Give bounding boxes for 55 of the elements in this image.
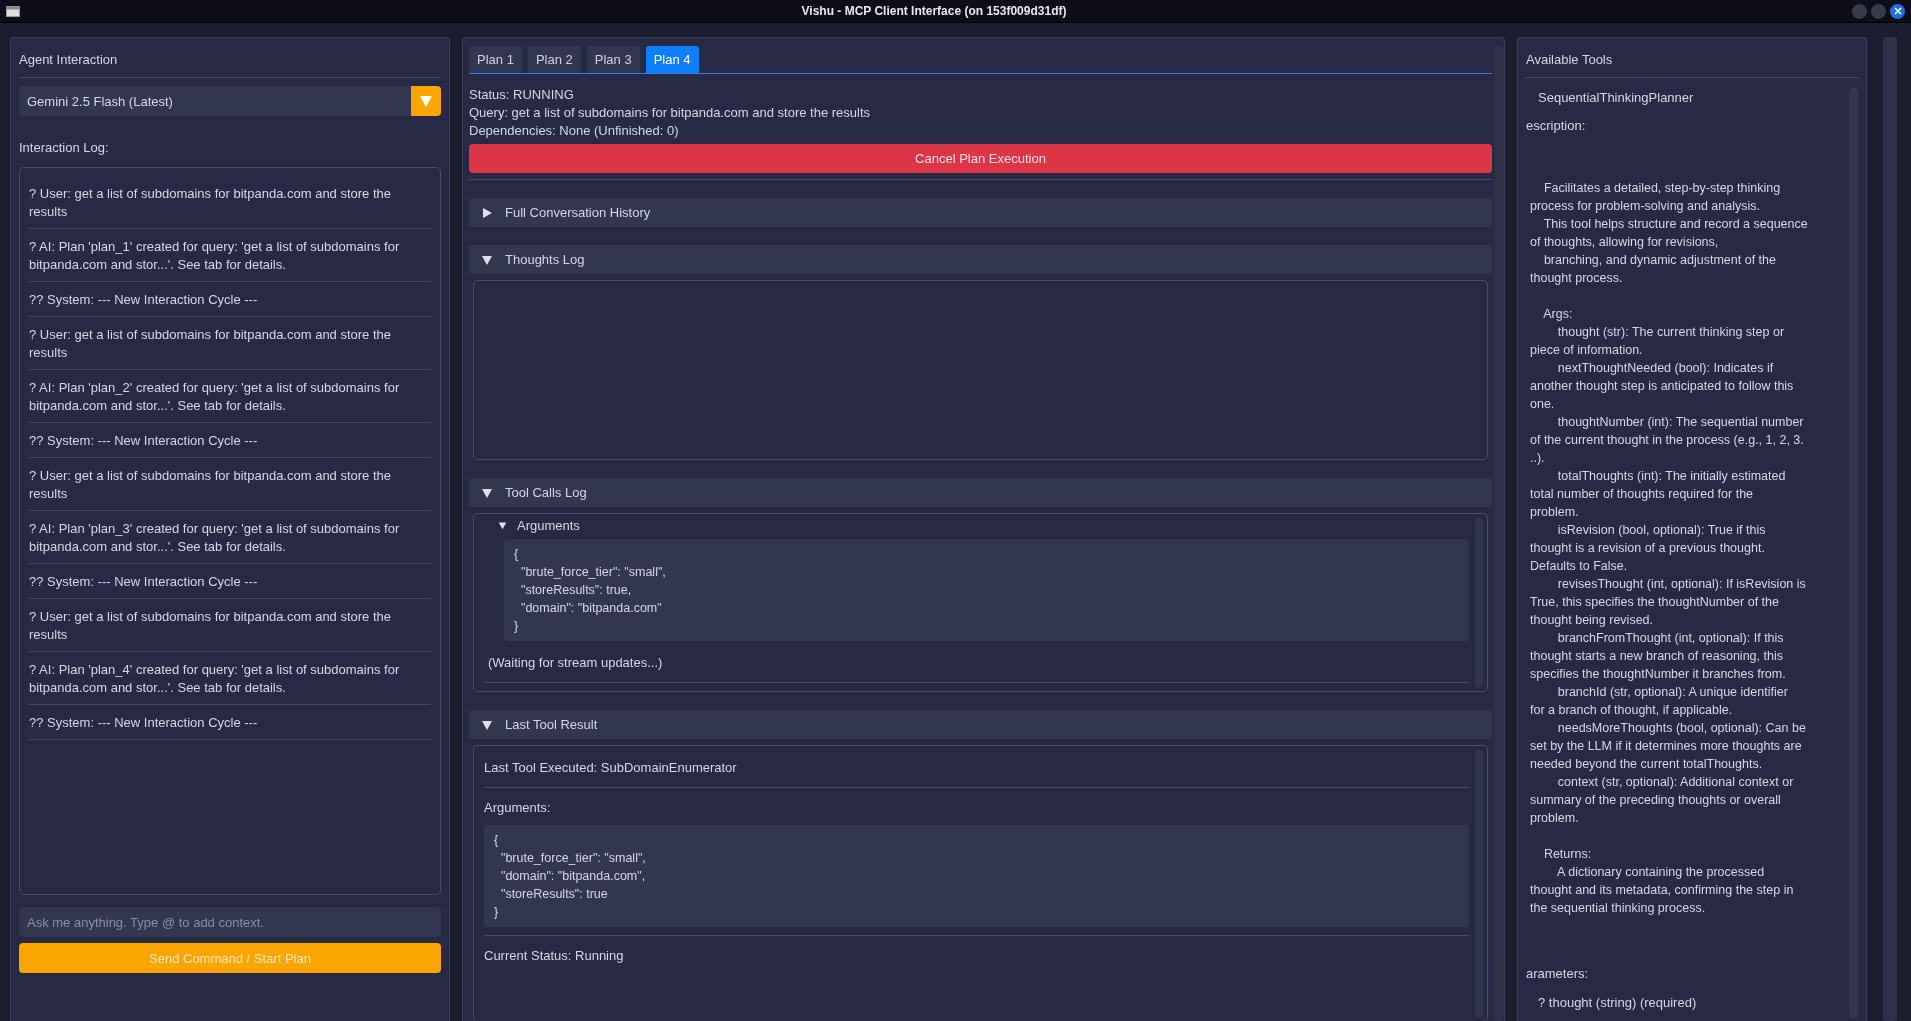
arguments-code: { "brute_force_tier": "small", "storeResults": true, "domain": "bitpanda.com" } [504,539,1469,641]
plan-status: Status: RUNNING [469,86,575,104]
command-input[interactable]: Ask me anything. Type @ to add context. [19,907,441,937]
waiting-note: (Waiting for stream updates...) [487,654,664,672]
tool-calls-section-header[interactable]: Tool Calls Log [469,478,1492,507]
log-entry: ?? System: --- New Interaction Cycle --- [29,564,431,599]
current-status: Current Status: Running [484,947,625,965]
close-button[interactable] [1890,3,1905,19]
collapse-triangle-icon [481,718,493,731]
parameter-entry: ? thought (string) (required) [1537,994,1698,1012]
panel-title: Available Tools [1526,46,1858,78]
collapse-triangle-icon [481,253,493,266]
scrollbar[interactable] [1883,37,1897,1021]
log-label: Interaction Log: [19,140,110,155]
log-entry: ? User: get a list of subdomains for bitpanda.com and store the results [29,599,431,652]
plan-query: Query: get a list of subdomains for bitpanda.com and store the results [469,104,872,122]
thoughts-section-header[interactable]: Thoughts Log [469,245,1492,274]
cancel-plan-button[interactable]: Cancel Plan Execution [469,144,1492,173]
log-entry: ?? System: --- New Interaction Cycle --- [29,423,431,458]
arguments-label: Arguments: [484,799,552,817]
collapse-triangle-icon [498,521,507,530]
executed-tool: Last Tool Executed: SubDomainEnumerator [484,759,738,777]
panel-title: Agent Interaction [19,46,441,78]
log-entry: ? AI: Plan 'plan_4' created for query: 'get a list of subdomains for bitpanda.com and stor...'. See tab for details. [29,652,431,705]
expand-triangle-icon [481,206,493,219]
tool-description: Facilitates a detailed, step-by-step thinking process for problem-solving and analysis. This tool helps structure and record a sequence of thoughts, allowing for revisions, branching, and dynamic adjustment of the thought process. Args: thought (str): The current thinking step or piece of information. nextThoughtNeeded (bool): Indicates if another thought step is anticipated to follow this one. thoughtNumber (int): The sequential number of the current thought in the process (e.g., 1, 2, 3. ..). totalThoughts (int): The initially estimated total number of thoughts required for the problem. isRevision (bool, optional): True if this thought is a revision of a previous thought. Defaults to False. revisesThought (int, optional): If isRevision is True, this specifies the thoughtNumber of the thought being revised. branchFromThought (int, optional): If this thought starts a new branch of reasoning, this specifies the thoughtNumber it branches from. branchId (str, optional): A unique identifier for a branch of thought, if applicable. needsMoreThoughts (bool, optional): Can be set by the LLM if it determines more thoughts are needed beyond the current totalThoughts. context (str, optional): Additional context or summary of the preceding thoughts or overall problem. Returns: A dictionary containing the processed thought and its metadata, confirming the step in the sequential thinking process. [1530,180,1809,917]
dropdown-arrow-button[interactable] [411,86,441,116]
history-section-header[interactable]: Full Conversation History [469,198,1492,227]
tool-name[interactable]: SequentialThinkingPlanner [1526,84,1846,111]
result-section-header[interactable]: Last Tool Result [469,710,1492,739]
window-title: Vishu - MCP Client Interface (on 153f009d31df) [800,4,1068,18]
description-label: escription: [1526,117,1587,135]
window-icon [6,5,20,17]
parameters-label: arameters: [1526,965,1590,983]
log-entry: ? AI: Plan 'plan_3' created for query: 'get a list of subdomains for bitpanda.com and stor...'. See tab for details. [29,511,431,564]
minimize-button[interactable] [1852,3,1867,19]
log-entry: ? User: get a list of subdomains for bitpanda.com and store the results [29,176,431,229]
log-entry: ?? System: --- New Interaction Cycle --- [29,282,431,317]
close-icon [1893,7,1902,15]
plan-tab[interactable]: Plan 4 [645,46,699,73]
plan-dependencies: Dependencies: None (Unfinished: 0) [469,122,680,140]
collapse-triangle-icon [481,486,493,499]
dropdown-triangle-icon [420,95,432,107]
plan-tab[interactable]: Plan 3 [586,46,640,73]
plan-tab[interactable]: Plan 2 [527,46,581,73]
plan-tab[interactable]: Plan 1 [469,46,522,73]
log-entry: ? AI: Plan 'plan_2' created for query: 'get a list of subdomains for bitpanda.com and stor...'. See tab for details. [29,370,431,423]
log-entry: ?? System: --- New Interaction Cycle --- [29,705,431,740]
arguments-code: { "brute_force_tier": "small", "domain": "bitpanda.com", "storeResults": true } [484,825,1469,927]
model-dropdown[interactable]: Gemini 2.5 Flash (Latest) [19,86,411,116]
log-entry: ? User: get a list of subdomains for bitpanda.com and store the results [29,317,431,370]
log-entry: ? User: get a list of subdomains for bitpanda.com and store the results [29,458,431,511]
arguments-toggle[interactable]: Arguments [484,514,580,533]
scrollbar[interactable] [1494,46,1504,1021]
log-entry: ? AI: Plan 'plan_1' created for query: 'get a list of subdomains for bitpanda.com and stor...'. See tab for details. [29,229,431,282]
